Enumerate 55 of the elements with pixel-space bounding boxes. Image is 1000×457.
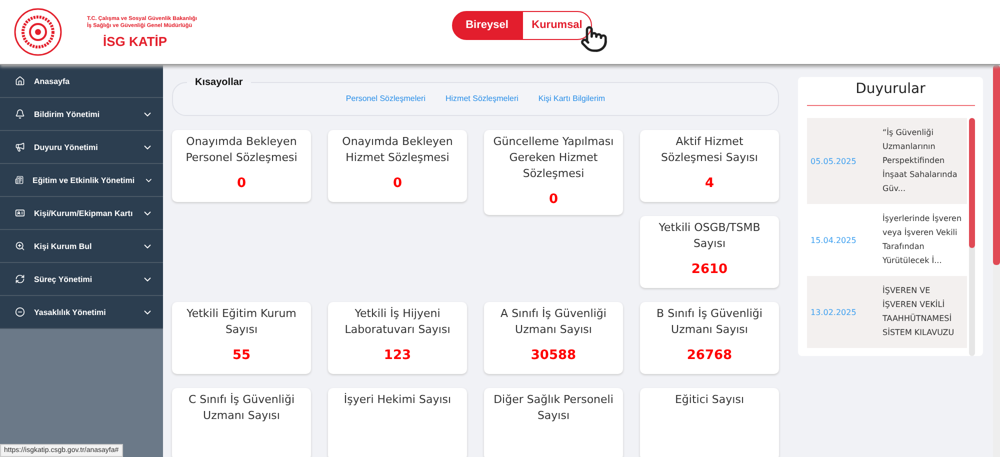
announcements-title: Duyurular [856,81,926,99]
stat-label: Onayımda Bekleyen Hizmet Sözleşmesi [341,134,454,166]
announcement-row[interactable]: 13.02.2025 İŞVEREN VE İŞVEREN VEKİLİ TAAHHÜTNAMESİ SİSTEM KILAVUZU [806,276,966,348]
sidebar-item[interactable]: Anasayfa [0,65,163,98]
sidebar-item[interactable]: Bildirim Yönetimi [0,98,163,131]
stat-value: 2610 [691,262,728,277]
announcement-date: 05.05.2025 [810,156,858,166]
stat-label: Eğitici Sayısı [674,392,744,408]
brand-title: İSG KATİP [103,34,168,48]
stat-label: C Sınıfı İş Güvenliği Uzmanı Sayısı [187,392,296,424]
stat-value: 123 [384,348,412,363]
stat-label: Aktif Hizmet Sözleşmesi Sayısı [660,134,759,166]
mode-toggle-button[interactable]: Bireysel [452,10,522,40]
announcement-date: 15.04.2025 [810,236,858,244]
sidebar-item[interactable]: Kişi/Kurum/Ekipman Kartı [0,197,163,230]
hand-cursor-icon [580,24,608,52]
search-icon [15,241,25,251]
stat-label: B Sınıfı İş Güvenliği Uzmanı Sayısı [656,306,764,338]
stat-label: Güncelleme Yapılması Gereken Hizmet Sözleşmesi [492,134,615,182]
announcement-row[interactable]: 05.05.2025 “İş Güvenliği Uzmanlarının Perspektifinden İnşaat Sahalarında Güv... [806,118,966,204]
stat-value: 30588 [530,348,576,363]
stat-label: Yetkili Eğitim Kurum Sayısı [186,306,298,338]
stat-label: Onayımda Bekleyen Personel Sözleşmesi [184,134,298,166]
newspaper-icon [15,175,24,185]
announcement-text: “İş Güvenliği Uzmanlarının Perspektifinden İnşaat Sahalarında Güv... [882,126,958,195]
sidebar-item[interactable]: Eğitim ve Etkinlik Yönetimi [0,164,163,197]
home-icon [15,76,25,86]
stat-label: İşyeri Hekimi Sayısı [344,392,452,408]
mode-toggle-button[interactable]: Kurumsal [522,10,592,40]
megaphone-icon [15,142,25,152]
announcement-text: İŞVEREN VE İŞVEREN VEKİLİ TAAHHÜTNAMESİ SİSTEM KILAVUZU [882,284,956,339]
minus-circle-icon [15,307,25,317]
stat-value: 0 [548,192,558,207]
stat-label: Yetkili İş Hijyeni Laboratuvarı Sayısı [344,306,452,338]
announcement-date: 13.02.2025 [810,308,858,316]
page-scrollbar[interactable] [993,65,1000,457]
stat-label: Yetkili OSGB/TSMB Sayısı [658,220,762,252]
stat-label: Diğer Sağlık Personeli Sayısı [492,392,614,424]
bell-icon [15,109,25,119]
sidebar-item[interactable]: Yasaklılık Yönetimi [0,296,163,329]
announcement-text: İşyerlerinde İşveren veya İşveren Vekili Tarafından Yürütülecek İ... [882,212,962,267]
refresh-icon [15,274,25,284]
scrollbar[interactable] [968,118,974,356]
stat-value: 26768 [686,348,732,363]
ministry-emblem-icon [13,7,63,57]
stat-value: 55 [232,348,251,363]
stat-value: 0 [392,176,402,191]
sidebar-item[interactable]: Süreç Yönetimi [0,263,163,296]
sidebar-item[interactable]: Duyuru Yönetimi [0,131,163,164]
stat-value: 0 [236,176,246,191]
shortcuts-title: Kısayollar [194,77,244,88]
stat-label: A Sınıfı İş Güvenliği Uzmanı Sayısı [500,306,608,338]
id-card-icon [15,208,25,218]
stat-value: 4 [704,176,714,191]
sidebar-item[interactable]: Kişi Kurum Bul [0,230,163,263]
